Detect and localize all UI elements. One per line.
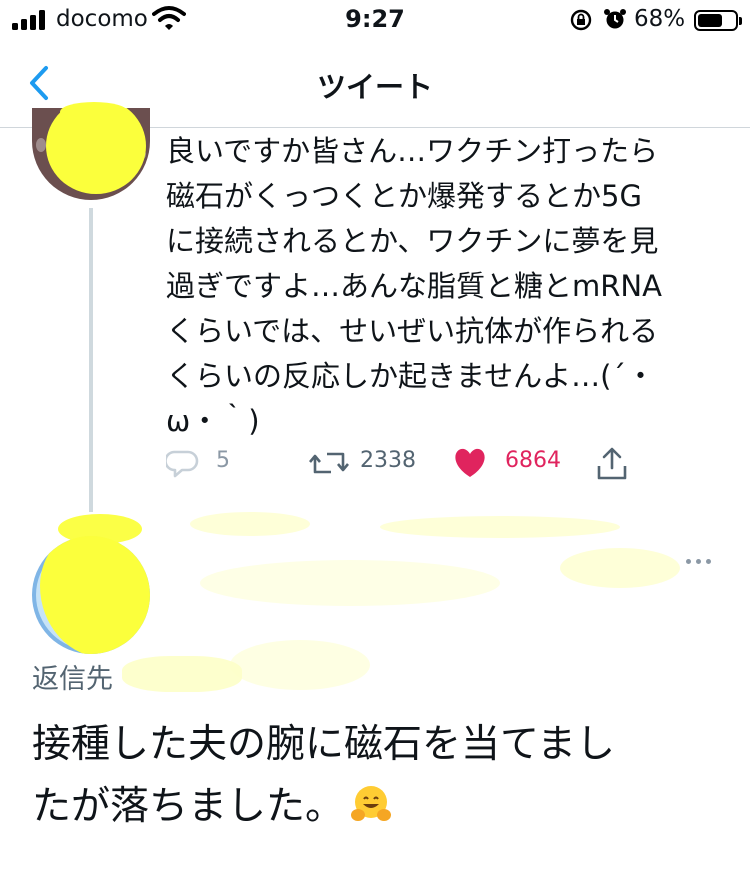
tweet-text-line: くらいでは、せいぜい抗体が作られる [166, 314, 659, 348]
status-bar: docomo 9:27 68% [0, 0, 750, 44]
tweet-actions: 5 2338 6864 [0, 444, 750, 484]
redaction-mark [190, 512, 310, 536]
like-count: 6864 [505, 448, 561, 473]
rotation-lock-icon [570, 9, 592, 31]
reply-icon[interactable] [166, 446, 200, 480]
reply-text-segment: たが落ちました。 [32, 784, 345, 829]
retweet-icon[interactable] [309, 446, 349, 480]
redaction-mark [200, 560, 500, 606]
alarm-icon [604, 9, 626, 29]
tweet-text-line: 磁石がくっつくとか爆発するとか5G [166, 179, 642, 213]
battery-icon [694, 10, 742, 31]
tweet-text-line: 過ぎですよ…あんな脂質と糖とmRNA [166, 269, 662, 303]
hugging-face-emoji-icon [351, 786, 392, 821]
tweet-text-line: に接続されるとか、ワクチンに夢を見 [166, 224, 659, 258]
heart-icon[interactable] [452, 446, 488, 480]
reply-to-label[interactable]: 返信先 [32, 657, 113, 696]
redaction-mark [230, 640, 370, 690]
redaction-mark [58, 514, 142, 544]
tweet-text-line: 良いですか皆さん…ワクチン打ったら [166, 134, 659, 168]
reply-text-line: たが落ちました。 [32, 776, 732, 838]
redaction-mark [122, 656, 242, 692]
tweet-text: 良いですか皆さん…ワクチン打ったら 磁石がくっつくとか爆発するとか5G に接続さ… [166, 129, 726, 444]
redaction-mark [380, 516, 620, 538]
battery-percent: 68% [634, 6, 686, 32]
redaction-mark [560, 548, 680, 588]
retweet-count: 2338 [360, 448, 416, 473]
tweet-text-line: くらいの反応しか起きませんよ…(´・ [166, 359, 655, 393]
share-icon[interactable] [596, 446, 628, 482]
reply-count: 5 [216, 448, 230, 473]
more-icon[interactable] [686, 559, 716, 567]
redaction-mark [60, 102, 128, 122]
tweet-text-line: ω・｀) [166, 404, 260, 438]
reply-text: 接種した夫の腕に磁石を当てまし たが落ちました。 [32, 714, 732, 838]
reply-text-line: 接種した夫の腕に磁石を当てまし [32, 722, 616, 767]
page-title: ツイート [316, 70, 433, 104]
avatar[interactable] [32, 536, 150, 654]
